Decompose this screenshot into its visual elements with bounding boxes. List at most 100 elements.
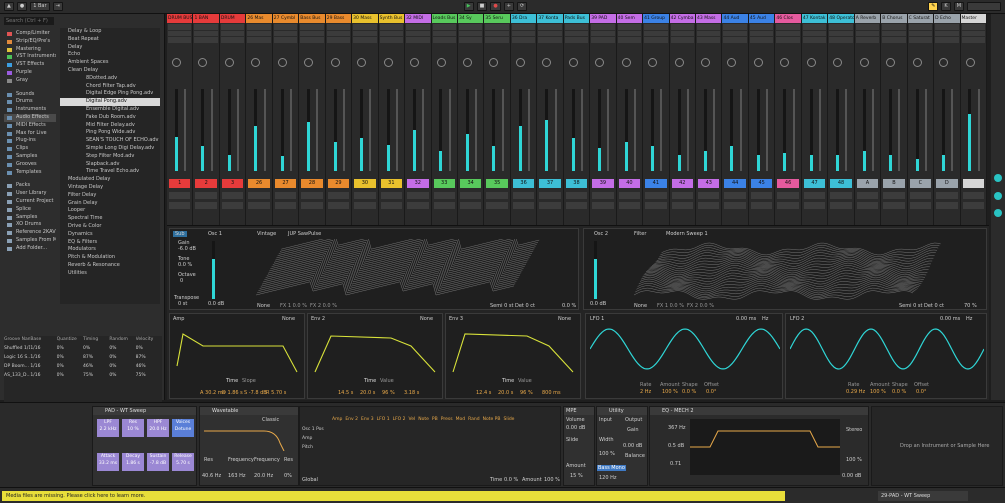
- volume-fader[interactable]: [342, 89, 345, 171]
- solo-button[interactable]: [645, 192, 667, 199]
- mixer-track[interactable]: 43 Mass 43: [696, 14, 723, 225]
- groove-column-header[interactable]: Quantize: [57, 336, 83, 344]
- volume-fader[interactable]: [898, 89, 901, 171]
- groove-cell[interactable]: 75%: [136, 371, 162, 380]
- matrix-time[interactable]: 0.0 %: [504, 477, 518, 483]
- browser-content-item[interactable]: Delay: [60, 44, 160, 52]
- track-title[interactable]: 36 Dra: [510, 14, 537, 23]
- track-activator[interactable]: 43: [698, 179, 720, 188]
- volume-fader[interactable]: [395, 89, 398, 171]
- category-item[interactable]: Templates: [4, 169, 56, 177]
- mixer-track[interactable]: C Saturat C: [907, 14, 935, 225]
- groove-column-header[interactable]: Base: [30, 336, 56, 344]
- groove-cell[interactable]: 0%: [83, 344, 109, 353]
- matrix-target-row[interactable]: Pitch: [302, 445, 324, 454]
- arm-button[interactable]: [750, 202, 773, 209]
- clip-slot[interactable]: [670, 24, 695, 30]
- pan-knob[interactable]: [780, 58, 790, 67]
- macro-knob[interactable]: Decay 1.86 s: [122, 453, 144, 471]
- volume-fader[interactable]: [528, 89, 531, 171]
- octave-value[interactable]: 0: [180, 278, 183, 284]
- clip-slot[interactable]: [829, 37, 853, 43]
- mixer-track[interactable]: Synth Bus 31: [378, 14, 406, 225]
- category-item[interactable]: Audio Effects: [4, 113, 56, 122]
- pan-knob[interactable]: [753, 58, 763, 67]
- filter2-freq-value[interactable]: 20.0 Hz: [254, 473, 273, 479]
- track-title[interactable]: 40 Sem: [616, 14, 643, 23]
- envelope-mode[interactable]: None: [420, 316, 433, 322]
- volume-fader[interactable]: [210, 89, 213, 171]
- osc1-semi[interactable]: Semi 0 st: [490, 303, 513, 309]
- osc2-semi[interactable]: Semi 0 st: [899, 303, 922, 309]
- status-message[interactable]: Media files are missing. Please click he…: [2, 491, 785, 501]
- clip-slot[interactable]: [273, 37, 298, 43]
- clip-slot[interactable]: [855, 30, 880, 36]
- matrix-source-header[interactable]: LFO 2: [393, 417, 406, 422]
- clip-slot[interactable]: [168, 30, 192, 36]
- track-title[interactable]: 27 Cymbl: [272, 14, 299, 23]
- browser-content-item[interactable]: Step Filter Mod.adv: [60, 153, 160, 161]
- clip-slot[interactable]: [908, 24, 933, 30]
- browser-content-item[interactable]: Digital Pong.adv: [60, 98, 160, 106]
- envelope-value[interactable]: S -7.8 dB: [244, 390, 267, 396]
- browser-content-item[interactable]: 8Dotted.adv: [60, 75, 160, 83]
- track-activator[interactable]: 32: [407, 179, 429, 188]
- osc1-level-slider[interactable]: [212, 241, 215, 299]
- mixer-track[interactable]: 29 Bass 29: [325, 14, 353, 225]
- mixer-track[interactable]: 40 Sem 40: [616, 14, 644, 225]
- browser-content-item[interactable]: Vintage Delay: [60, 184, 160, 192]
- envelope-value[interactable]: 20.0 s: [360, 390, 375, 396]
- envelope-value[interactable]: 3.18 s: [404, 390, 419, 396]
- browser-content-item[interactable]: Beat Repeat: [60, 36, 160, 44]
- utility-width[interactable]: 100 %: [599, 451, 615, 457]
- clip-slot[interactable]: [776, 24, 800, 30]
- groove-column-header[interactable]: Timing: [83, 336, 109, 344]
- clip-slot[interactable]: [670, 37, 695, 43]
- lfo2-amount[interactable]: 100 %: [870, 389, 886, 395]
- clip-slot[interactable]: [353, 24, 377, 30]
- solo-button[interactable]: [698, 192, 720, 199]
- solo-button[interactable]: [830, 192, 852, 199]
- utility-gain[interactable]: 0.00 dB: [623, 443, 642, 449]
- clip-slot[interactable]: [749, 30, 774, 36]
- record-button[interactable]: ●: [490, 2, 501, 11]
- midi-map-button[interactable]: M: [953, 2, 965, 11]
- clip-slot[interactable]: [406, 30, 430, 36]
- matrix-source-header[interactable]: Env 2: [345, 417, 358, 422]
- solo-button[interactable]: [274, 192, 297, 199]
- clip-slot[interactable]: [882, 30, 906, 36]
- macro-knob[interactable]: Release 5.70 s: [172, 453, 194, 471]
- groove-cell[interactable]: 1/16: [30, 371, 56, 380]
- arm-button[interactable]: [592, 202, 614, 209]
- osc1-category[interactable]: Vintage: [257, 231, 276, 237]
- category-item[interactable]: Sounds: [4, 91, 56, 99]
- track-activator[interactable]: C: [909, 179, 932, 188]
- envelope-value[interactable]: 96 %: [520, 390, 533, 396]
- solo-button[interactable]: [618, 192, 641, 199]
- osc2-wave[interactable]: Modern Sweep 1: [666, 231, 708, 237]
- category-item[interactable]: MIDI Effects: [4, 122, 56, 130]
- clip-slot[interactable]: [697, 30, 721, 36]
- osc2-category[interactable]: Filter: [634, 231, 646, 237]
- track-title[interactable]: 35 Seru: [484, 14, 510, 23]
- selected-device-label[interactable]: 29-PAD - WT Sweep: [878, 491, 968, 501]
- envelope-value[interactable]: 96 %: [382, 390, 395, 396]
- pan-knob[interactable]: [886, 58, 896, 67]
- filter2-res-value[interactable]: 0%: [284, 473, 292, 479]
- matrix-target-row[interactable]: Osc 1 Pos: [302, 427, 324, 436]
- clip-slot[interactable]: [247, 30, 271, 36]
- lfo1-unit[interactable]: Hz: [762, 316, 768, 322]
- track-activator[interactable]: D: [936, 179, 958, 188]
- volume-fader[interactable]: [924, 89, 927, 171]
- matrix-source-header[interactable]: Vel: [409, 417, 416, 422]
- volume-fader[interactable]: [739, 89, 742, 171]
- arm-button[interactable]: [380, 202, 403, 209]
- clip-slot[interactable]: [220, 37, 245, 43]
- mixer-track[interactable]: 26 Mas 26: [246, 14, 273, 225]
- matrix-target-row[interactable]: Amp: [302, 436, 324, 445]
- browser-content-item[interactable]: Mid Filter Delay.adv: [60, 122, 160, 130]
- arm-button[interactable]: [803, 202, 826, 209]
- volume-fader[interactable]: [263, 89, 266, 171]
- clip-slot[interactable]: [829, 30, 853, 36]
- groove-cell[interactable]: 46%: [83, 362, 109, 371]
